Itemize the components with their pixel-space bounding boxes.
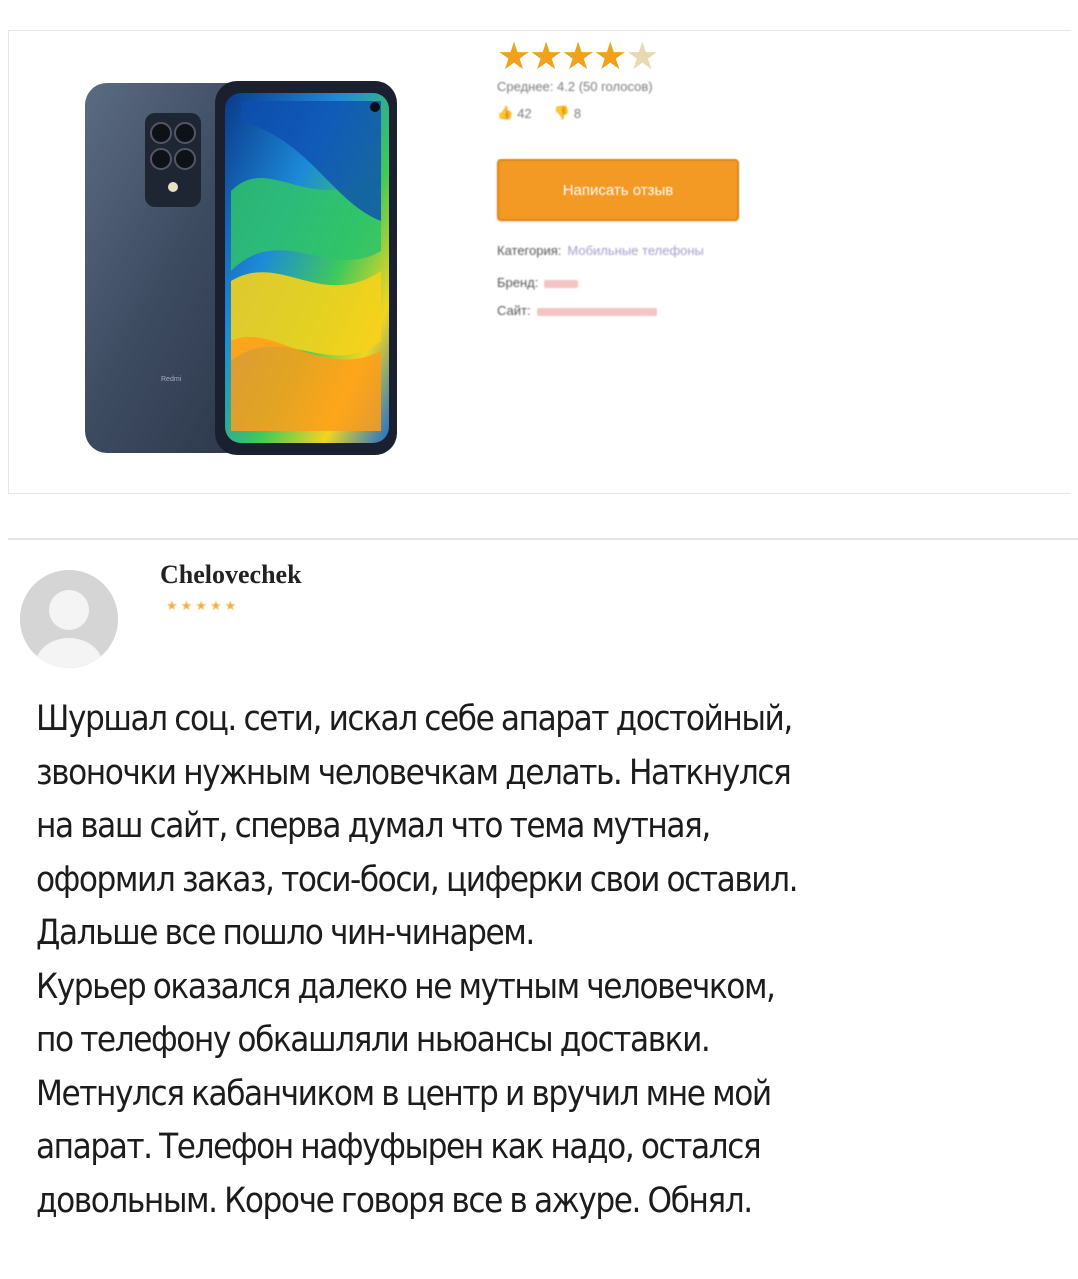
site-value-redacted bbox=[536, 307, 657, 316]
site-label: Сайт: bbox=[497, 303, 531, 318]
write-review-button[interactable]: Написать отзыв bbox=[497, 159, 739, 221]
star-icon[interactable]: ★ bbox=[593, 36, 627, 78]
review-line: оформил заказ, тоси-боси, циферки свои о… bbox=[36, 859, 799, 900]
review-line: Курьер оказался далеко не мутным человеч… bbox=[36, 966, 776, 1007]
star-icon[interactable]: ★ bbox=[561, 36, 595, 78]
vote-counts: 👍 42 👎 8 bbox=[497, 105, 581, 121]
site-row: Сайт: bbox=[497, 303, 657, 318]
star-empty-icon[interactable]: ★ bbox=[625, 36, 659, 78]
star-icon[interactable]: ★ bbox=[497, 36, 531, 78]
brand-value-redacted bbox=[544, 279, 579, 288]
review-line: Шуршал соц. сети, искал себе апарат дост… bbox=[36, 699, 793, 739]
thumbs-up-icon: 👍 bbox=[497, 105, 514, 120]
rating-stars[interactable]: ★★★★★ bbox=[497, 36, 659, 78]
category-row: Категория: Мобильные телефоны bbox=[497, 243, 704, 258]
star-icon[interactable]: ★ bbox=[529, 36, 563, 78]
review-line: звоночки нужным человечкам делать. Наткн… bbox=[36, 752, 792, 793]
phone-brand-text: Redmi bbox=[161, 376, 182, 383]
like-button[interactable]: 👍 42 bbox=[497, 105, 532, 121]
brand-label: Бренд: bbox=[497, 275, 539, 290]
average-rating: Среднее: 4.2 (50 голосов) bbox=[497, 79, 653, 94]
like-count: 42 bbox=[517, 105, 532, 121]
phone-product-image[interactable]: Redmi bbox=[81, 81, 411, 491]
dislike-count: 8 bbox=[573, 105, 582, 121]
review-line: довольным. Короче говоря все в ажуре. Об… bbox=[36, 1180, 753, 1221]
category-link[interactable]: Мобильные телефоны bbox=[567, 243, 704, 258]
brand-row: Бренд: bbox=[497, 275, 579, 290]
user-avatar-icon bbox=[20, 570, 118, 668]
reviewer-name[interactable]: Chelovechek bbox=[160, 560, 302, 590]
product-info: ★★★★★ Среднее: 4.2 (50 голосов) 👍 42 👎 8 Н… bbox=[497, 31, 1057, 371]
review-line: на ваш сайт, сперва думал что тема мутна… bbox=[36, 806, 711, 846]
review-line: по телефону обкашляли ньюансы доставки. bbox=[36, 1020, 711, 1060]
thumbs-down-icon: 👎 bbox=[553, 105, 570, 120]
review-line: Метнулся кабанчиком в центр и вручил мне… bbox=[36, 1073, 772, 1114]
product-card: Redmi ★★★★★ Среднее: 4.2 (50 голосов) 👍 4… bbox=[8, 30, 1071, 494]
review-text: Шуршал соц. сети, искал себе апарат дост… bbox=[36, 693, 968, 1228]
review-line: апарат. Телефон нафуфырен как надо, оста… bbox=[36, 1127, 762, 1167]
category-label: Категория: bbox=[497, 243, 562, 258]
section-divider bbox=[8, 538, 1078, 540]
avatar bbox=[20, 570, 118, 668]
dislike-button[interactable]: 👎 8 bbox=[554, 105, 581, 121]
reviewer-rating: ★★★★★ bbox=[166, 598, 240, 613]
review-line: Дальше все пошло чин-чинарем. bbox=[36, 913, 535, 953]
